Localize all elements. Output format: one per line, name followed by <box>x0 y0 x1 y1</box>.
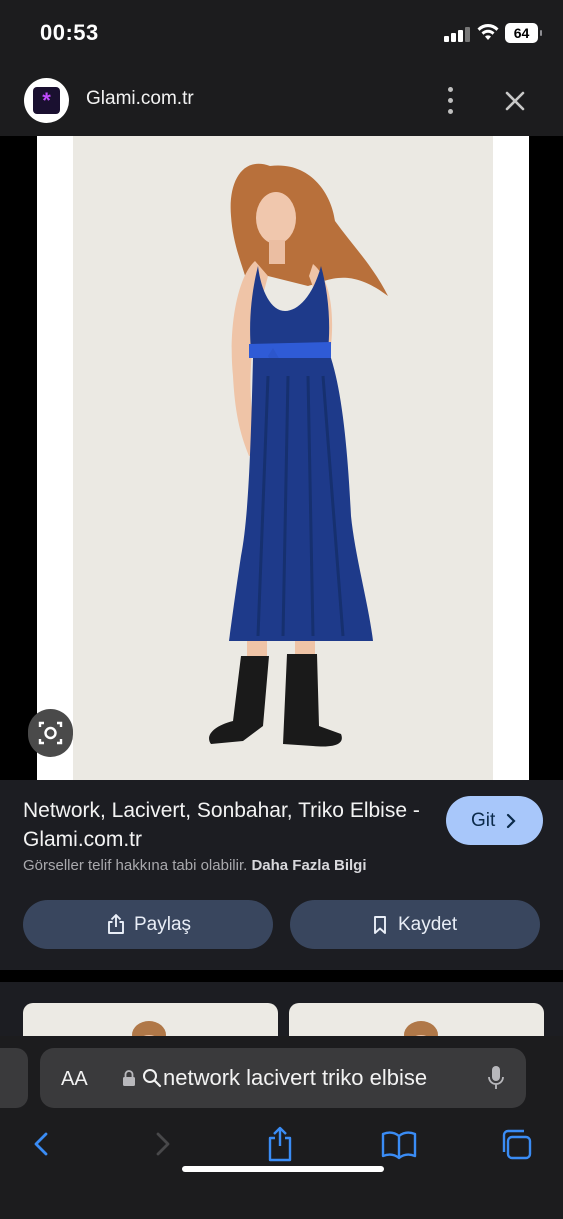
share-icon[interactable] <box>260 1126 300 1162</box>
share-button[interactable]: Paylaş <box>23 900 273 949</box>
visit-button-label: Git <box>471 810 496 831</box>
more-options-button[interactable] <box>437 84 463 118</box>
browser-bottom-bar: AA network lacivert triko elbise <box>0 1036 563 1219</box>
image-preview-area <box>0 136 563 780</box>
status-time: 00:53 <box>40 20 99 45</box>
save-button[interactable]: Kaydet <box>290 900 540 949</box>
save-button-label: Kaydet <box>398 914 458 935</box>
copyright-text: Görseller telif hakkına tabi olabilir. <box>23 857 248 874</box>
glami-logo-icon: * <box>33 87 60 114</box>
text-size-button[interactable]: AA <box>61 1068 88 1091</box>
google-lens-button[interactable] <box>28 709 73 757</box>
tabs-icon[interactable] <box>498 1126 538 1162</box>
site-header: * Glami.com.tr <box>0 66 563 136</box>
bookmark-icon <box>374 916 386 934</box>
cellular-signal-icon <box>444 26 470 42</box>
address-bar[interactable]: AA network lacivert triko elbise <box>40 1048 526 1108</box>
share-icon <box>108 914 124 934</box>
battery-icon: 64 <box>505 23 542 43</box>
bookmarks-icon[interactable] <box>379 1126 419 1162</box>
search-icon <box>143 1069 162 1088</box>
chevron-right-icon <box>506 813 516 829</box>
lock-icon <box>123 1070 135 1086</box>
status-bar: 00:53 64 <box>0 0 563 66</box>
home-indicator <box>182 1166 384 1172</box>
copyright-notice: Görseller telif hakkına tabi olabilir. D… <box>23 857 366 874</box>
image-frame <box>37 136 529 780</box>
wifi-icon <box>477 24 499 40</box>
visit-button[interactable]: Git <box>446 796 543 845</box>
model-in-dress-illustration <box>209 163 388 747</box>
site-logo[interactable]: * <box>24 78 69 123</box>
more-info-link[interactable]: Daha Fazla Bilgi <box>251 857 366 874</box>
forward-icon[interactable] <box>142 1126 182 1162</box>
result-info-panel: Network, Lacivert, Sonbahar, Triko Elbis… <box>0 780 563 970</box>
close-icon[interactable] <box>500 86 530 116</box>
share-button-label: Paylaş <box>134 914 192 935</box>
search-query[interactable]: network lacivert triko elbise <box>163 1065 427 1091</box>
product-photo[interactable] <box>73 136 493 780</box>
previous-tab-address-bar[interactable] <box>0 1048 28 1108</box>
back-icon[interactable] <box>22 1126 62 1162</box>
lens-icon <box>38 721 63 745</box>
microphone-icon[interactable] <box>487 1065 505 1091</box>
result-title[interactable]: Network, Lacivert, Sonbahar, Triko Elbis… <box>23 796 423 854</box>
site-name[interactable]: Glami.com.tr <box>86 88 194 110</box>
